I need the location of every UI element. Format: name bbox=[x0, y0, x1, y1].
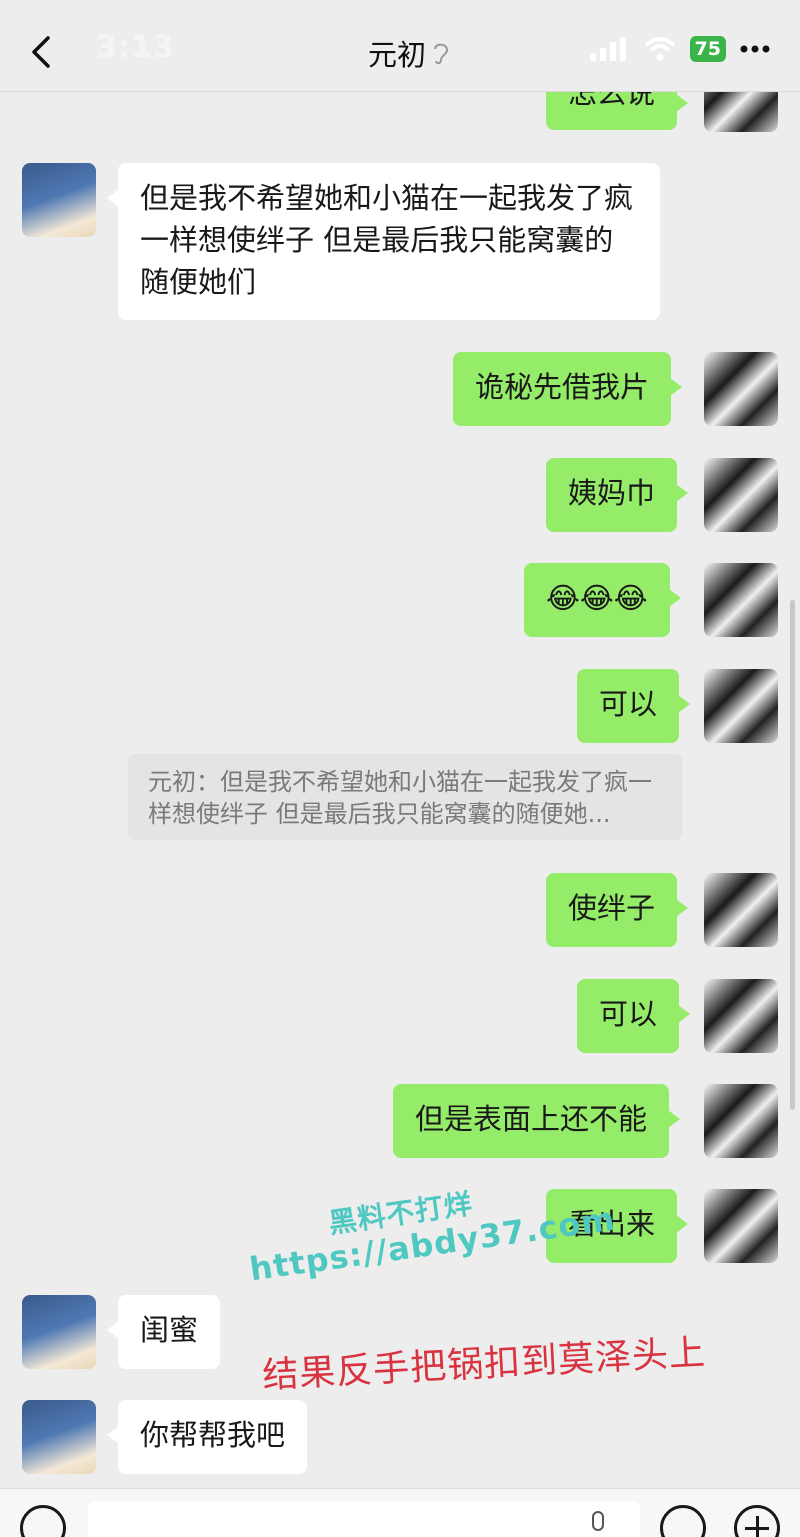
my-avatar[interactable] bbox=[704, 1189, 778, 1263]
message-bubble[interactable]: 诡秘先借我片 bbox=[453, 352, 683, 426]
message-bubble[interactable]: 可以 bbox=[577, 979, 691, 1053]
red-annotation: 结果反手把锅扣到莫泽头上 bbox=[261, 1332, 707, 1397]
chat-title-group[interactable]: 元初 bbox=[368, 32, 450, 74]
my-avatar[interactable] bbox=[704, 563, 778, 637]
my-avatar[interactable] bbox=[704, 979, 778, 1053]
status-icons: 75 bbox=[589, 36, 770, 62]
scrollbar[interactable] bbox=[790, 600, 795, 1110]
contact-avatar[interactable] bbox=[22, 163, 96, 237]
hearing-icon bbox=[434, 43, 449, 65]
battery-badge: 75 bbox=[689, 36, 726, 62]
message-bubble[interactable]: 你帮帮我吧 bbox=[106, 1400, 308, 1474]
back-chevron-icon[interactable] bbox=[26, 32, 56, 72]
emoji-icon[interactable] bbox=[660, 1505, 706, 1537]
contact-avatar[interactable] bbox=[22, 1295, 96, 1369]
contact-avatar[interactable] bbox=[22, 1400, 96, 1474]
voice-icon[interactable] bbox=[20, 1505, 66, 1537]
my-avatar[interactable] bbox=[704, 458, 778, 532]
input-bar bbox=[0, 1488, 800, 1537]
message-bubble[interactable]: 但是我不希望她和小猫在一起我发了疯一样想使绊子 但是最后我只能窝囊的随便她们 bbox=[107, 163, 660, 320]
quoted-message[interactable]: 元初：但是我不希望她和小猫在一起我发了疯一样想使绊子 但是最后我只能窝囊的随便她… bbox=[128, 754, 682, 840]
message-bubble[interactable]: 😂😂😂 bbox=[524, 563, 681, 637]
message-bubble[interactable]: 姨妈巾 bbox=[546, 458, 689, 532]
my-avatar[interactable] bbox=[704, 873, 778, 947]
message-bubble[interactable]: 使绊子 bbox=[546, 873, 689, 947]
my-avatar[interactable] bbox=[704, 352, 778, 426]
chat-title: 元初 bbox=[368, 38, 427, 72]
mic-icon[interactable] bbox=[592, 1511, 604, 1531]
status-time: 3:13 bbox=[96, 30, 175, 65]
more-icon[interactable] bbox=[740, 45, 770, 53]
my-avatar[interactable] bbox=[704, 1084, 778, 1158]
my-avatar[interactable] bbox=[704, 669, 778, 743]
plus-icon[interactable] bbox=[734, 1505, 780, 1537]
message-input[interactable] bbox=[88, 1501, 640, 1537]
wifi-icon bbox=[644, 37, 675, 61]
chat-header: 3:13 元初 75 bbox=[0, 0, 800, 92]
message-bubble[interactable]: 闺蜜 bbox=[106, 1295, 221, 1369]
signal-icon bbox=[589, 37, 626, 61]
message-bubble[interactable]: 可以 bbox=[577, 669, 691, 743]
message-bubble[interactable]: 但是表面上还不能 bbox=[393, 1084, 681, 1158]
